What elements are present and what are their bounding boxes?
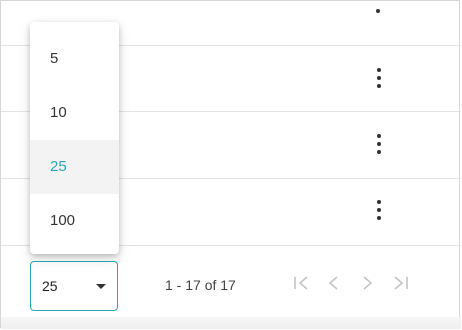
table-bottom-edge <box>1 317 461 329</box>
page-size-select[interactable]: 25 <box>30 261 118 311</box>
next-page-icon[interactable] <box>356 273 378 293</box>
row-actions-menu-icon[interactable] <box>376 68 382 88</box>
chevron-down-icon <box>96 284 106 289</box>
last-page-icon[interactable] <box>389 273 411 293</box>
page-size-option[interactable]: 100 <box>30 194 119 248</box>
page-size-option[interactable]: 10 <box>30 86 119 140</box>
page-size-option-selected[interactable]: 25 <box>30 140 119 194</box>
range-label: 1 - 17 of 17 <box>165 277 236 293</box>
row-actions-menu-icon-partial[interactable] <box>376 9 380 13</box>
row-actions-menu-icon[interactable] <box>376 200 382 220</box>
page-size-dropdown: 5 10 25 100 <box>30 22 119 254</box>
first-page-icon[interactable] <box>291 273 313 293</box>
data-table: 25 1 - 17 of 17 5 10 25 100 <box>0 0 461 329</box>
row-actions-menu-icon[interactable] <box>376 134 382 154</box>
page-size-value: 25 <box>42 278 58 294</box>
page-size-option[interactable]: 5 <box>30 32 119 86</box>
prev-page-icon[interactable] <box>323 273 345 293</box>
